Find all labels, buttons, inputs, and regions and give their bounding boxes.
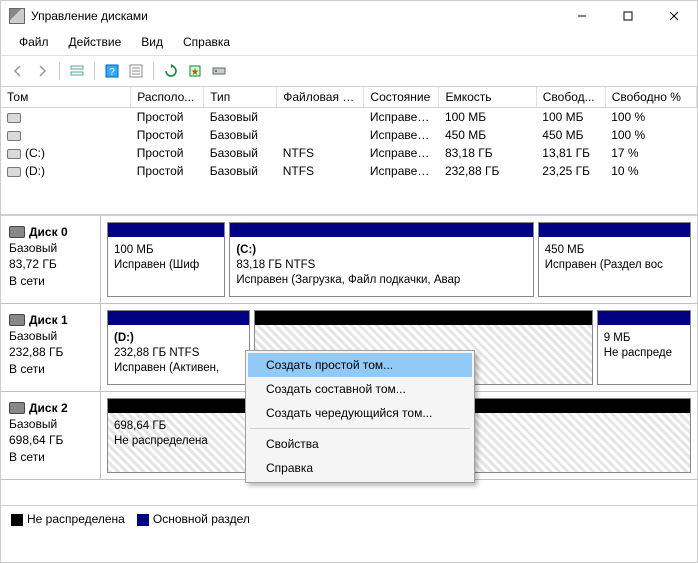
maximize-button[interactable] — [605, 1, 651, 31]
minimize-button[interactable] — [559, 1, 605, 31]
context-menu-item[interactable]: Свойства — [248, 432, 472, 456]
col-fs[interactable]: Файловая с... — [277, 87, 364, 108]
partition-body: 100 МБИсправен (Шиф — [108, 237, 224, 296]
partition[interactable]: (D:)232,88 ГБ NTFSИсправен (Активен, — [107, 310, 250, 385]
partition-header — [230, 223, 532, 237]
partition-body: (C:)83,18 ГБ NTFSИсправен (Загрузка, Фай… — [230, 237, 532, 296]
refresh-icon[interactable] — [160, 60, 182, 82]
partition[interactable]: (C:)83,18 ГБ NTFSИсправен (Загрузка, Фай… — [229, 222, 533, 297]
context-menu-item[interactable]: Создать простой том... — [248, 353, 472, 377]
menubar: Файл Действие Вид Справка — [1, 31, 697, 56]
partition-body: 450 МБИсправен (Раздел вос — [539, 237, 690, 296]
col-type[interactable]: Тип — [204, 87, 277, 108]
partition-header — [598, 311, 690, 325]
close-button[interactable] — [651, 1, 697, 31]
help-icon[interactable]: ? — [101, 60, 123, 82]
disk-info[interactable]: Диск 2 Базовый698,64 ГБВ сети — [1, 392, 101, 479]
svg-text:?: ? — [109, 67, 115, 78]
rescan-icon[interactable] — [208, 60, 230, 82]
new-volume-icon[interactable]: ★ — [184, 60, 206, 82]
context-menu: Создать простой том...Создать составной … — [245, 350, 475, 483]
menu-separator — [250, 428, 470, 429]
window-title: Управление дисками — [31, 9, 559, 23]
partition-header — [539, 223, 690, 237]
col-status[interactable]: Состояние — [364, 87, 439, 108]
app-icon — [9, 8, 25, 24]
menu-view[interactable]: Вид — [131, 33, 173, 51]
volume-row[interactable]: (D:) ПростойБазовыйNTFSИсправен... 232,8… — [1, 162, 697, 180]
context-menu-item[interactable]: Создать чередующийся том... — [248, 401, 472, 425]
menu-action[interactable]: Действие — [59, 33, 132, 51]
disk-info[interactable]: Диск 1 Базовый232,88 ГБВ сети — [1, 304, 101, 391]
partition[interactable]: 100 МБИсправен (Шиф — [107, 222, 225, 297]
volume-icon — [7, 131, 21, 141]
partition-body: 9 МБНе распреде — [598, 325, 690, 384]
partition[interactable]: 450 МБИсправен (Раздел вос — [538, 222, 691, 297]
partition-body: (D:)232,88 ГБ NTFSИсправен (Активен, — [108, 325, 249, 384]
legend-primary: Основной раздел — [137, 512, 250, 526]
volume-icon — [7, 113, 21, 123]
col-free[interactable]: Свобод... — [536, 87, 605, 108]
legend-unalloc: Не распределена — [11, 512, 125, 526]
properties-icon[interactable] — [125, 60, 147, 82]
menu-file[interactable]: Файл — [9, 33, 59, 51]
titlebar: Управление дисками — [1, 1, 697, 31]
table-header-row: Том Располо... Тип Файловая с... Состоян… — [1, 87, 697, 108]
disk-row: Диск 0 Базовый83,72 ГБВ сети100 МБИсправ… — [1, 216, 697, 304]
disk-icon — [9, 226, 25, 238]
disk-icon — [9, 402, 25, 414]
partition-header — [255, 311, 592, 325]
volume-list: Том Располо... Тип Файловая с... Состоян… — [1, 87, 697, 215]
forward-button[interactable] — [31, 60, 53, 82]
legend: Не распределена Основной раздел — [1, 505, 697, 532]
volume-row[interactable]: ПростойБазовыйИсправен... 100 МБ100 МБ10… — [1, 108, 697, 127]
partition-header — [108, 311, 249, 325]
col-volume[interactable]: Том — [1, 87, 131, 108]
volume-icon — [7, 167, 21, 177]
back-button[interactable] — [7, 60, 29, 82]
col-layout[interactable]: Располо... — [131, 87, 204, 108]
context-menu-item[interactable]: Создать составной том... — [248, 377, 472, 401]
disk-info[interactable]: Диск 0 Базовый83,72 ГБВ сети — [1, 216, 101, 303]
menu-help[interactable]: Справка — [173, 33, 240, 51]
partition-header — [108, 223, 224, 237]
disk-icon — [9, 314, 25, 326]
volume-row[interactable]: ПростойБазовыйИсправен... 450 МБ450 МБ10… — [1, 126, 697, 144]
col-freepct[interactable]: Свободно % — [605, 87, 696, 108]
window-controls — [559, 1, 697, 31]
context-menu-item[interactable]: Справка — [248, 456, 472, 480]
svg-text:★: ★ — [191, 67, 200, 78]
toolbar: ? ★ — [1, 56, 697, 87]
view-list-icon[interactable] — [66, 60, 88, 82]
partition[interactable]: 9 МБНе распреде — [597, 310, 691, 385]
volume-icon — [7, 149, 21, 159]
col-capacity[interactable]: Емкость — [439, 87, 536, 108]
volume-row[interactable]: (C:) ПростойБазовыйNTFSИсправен... 83,18… — [1, 144, 697, 162]
